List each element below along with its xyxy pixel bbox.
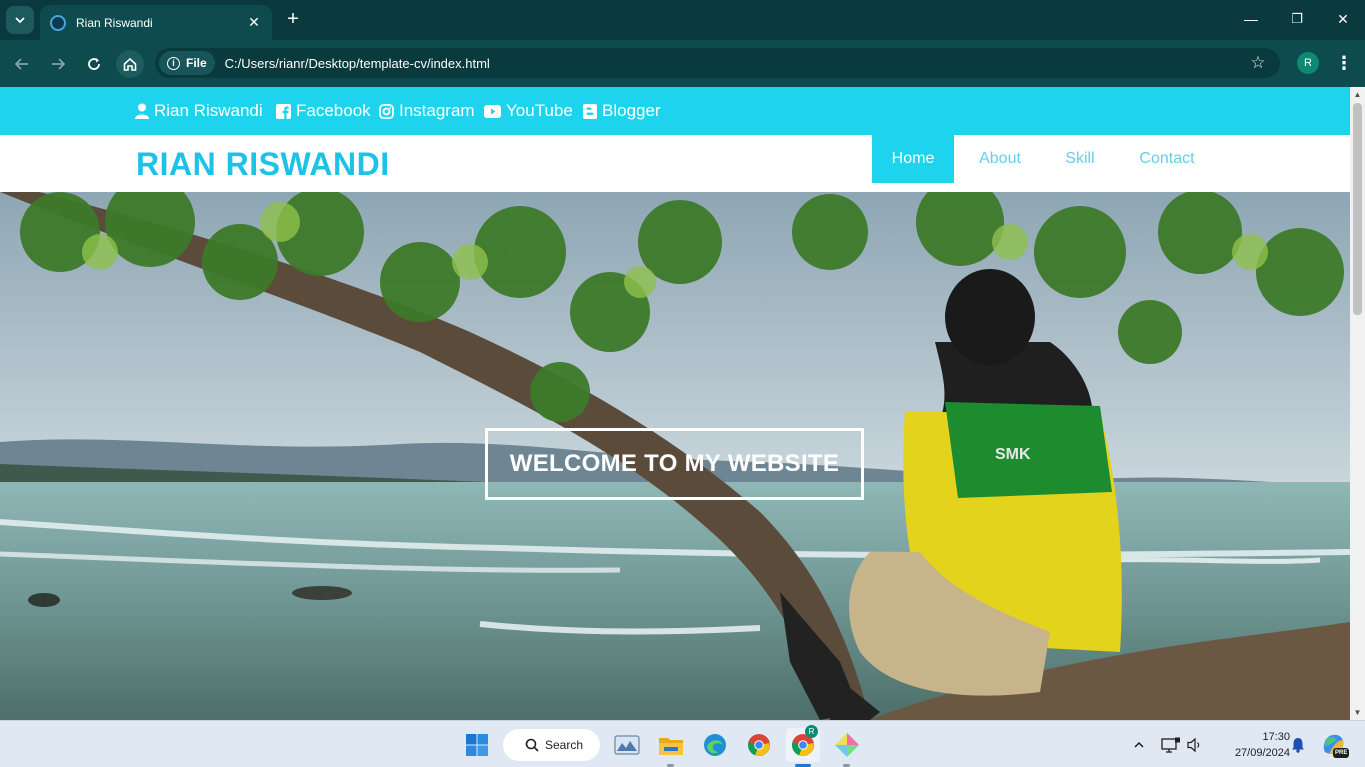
home-icon — [123, 57, 137, 71]
bookmark-star-icon[interactable]: ☆ — [1248, 53, 1268, 73]
minimize-button[interactable]: — — [1240, 8, 1262, 30]
forward-button[interactable] — [44, 50, 72, 78]
social-label: Instagram — [399, 101, 475, 120]
widgets-button[interactable] — [612, 730, 642, 760]
edge-button[interactable] — [700, 730, 730, 760]
social-link-instagram[interactable]: Instagram — [379, 99, 475, 123]
back-button[interactable] — [8, 50, 36, 78]
page-scrollbar[interactable]: ▲ ▼ — [1350, 87, 1365, 720]
file-explorer-button[interactable] — [656, 730, 686, 760]
social-label: YouTube — [506, 101, 573, 120]
nav-home[interactable]: Home — [872, 135, 954, 183]
taskbar-search[interactable]: Search — [503, 729, 600, 761]
restore-button[interactable]: ❐ — [1286, 8, 1308, 30]
social-link-youtube[interactable]: YouTube — [484, 99, 573, 123]
social-link-blogger[interactable]: Blogger — [583, 99, 661, 123]
clock-time: 17:30 — [1262, 731, 1290, 743]
facebook-icon — [276, 103, 291, 119]
social-link-profile[interactable]: Rian Riswandi — [135, 99, 263, 123]
search-label: Search — [545, 738, 584, 752]
nav-about[interactable]: About — [962, 135, 1038, 183]
widgets-icon — [614, 735, 640, 755]
arrow-right-icon — [52, 58, 66, 70]
home-button[interactable] — [116, 50, 144, 78]
copilot-button[interactable]: PRE — [1318, 730, 1350, 760]
profile-avatar[interactable]: R — [1297, 52, 1319, 74]
tab-close-button[interactable]: ✕ — [246, 14, 262, 31]
browser-tab-bar: Rian Riswandi ✕ + — ❐ ✕ — [0, 0, 1365, 40]
show-hidden-icons-button[interactable] — [1126, 730, 1152, 760]
welcome-banner: WELCOME TO MY WEBSITE — [485, 428, 864, 500]
nav-contact[interactable]: Contact — [1122, 135, 1212, 183]
site-header: RIAN RISWANDI Home About Skill Contact — [0, 135, 1350, 192]
info-icon: i — [167, 56, 180, 70]
new-tab-button[interactable]: + — [282, 8, 304, 30]
browser-toolbar: i File C:/Users/rianr/Desktop/template-c… — [0, 40, 1365, 87]
chrome-icon — [748, 734, 770, 756]
reload-icon — [88, 58, 100, 70]
site-info-label: File — [186, 56, 207, 70]
search-icon — [525, 738, 539, 752]
youtube-icon — [484, 104, 501, 118]
url-text[interactable]: C:/Users/rianr/Desktop/template-cv/index… — [225, 56, 1248, 71]
social-label: Facebook — [296, 101, 371, 120]
chevron-down-icon — [15, 17, 25, 24]
system-clock[interactable]: 17:30 27/09/2024 — [1214, 729, 1290, 761]
instagram-icon — [379, 103, 394, 119]
network-icon — [1161, 737, 1180, 753]
gemini-icon — [835, 733, 859, 757]
edge-icon — [704, 734, 726, 756]
window-close-button[interactable]: ✕ — [1332, 8, 1354, 30]
volume-control[interactable] — [1182, 730, 1208, 760]
site-info-chip[interactable]: i File — [159, 51, 215, 75]
hero-banner: SMK WELCOME TO MY WEBSITE — [0, 192, 1350, 720]
start-button[interactable] — [462, 730, 492, 760]
preview-badge: PRE — [1333, 748, 1350, 758]
network-status[interactable] — [1158, 730, 1184, 760]
tab-search-button[interactable] — [6, 6, 34, 34]
site-brand-title[interactable]: RIAN RISWANDI — [136, 146, 390, 183]
social-link-facebook[interactable]: Facebook — [276, 99, 371, 123]
reload-button[interactable] — [80, 50, 108, 78]
clock-date: 27/09/2024 — [1234, 747, 1290, 759]
chrome-profile-button[interactable]: R — [786, 725, 820, 762]
chevron-up-icon — [1134, 741, 1144, 748]
scroll-up-arrow-icon[interactable]: ▲ — [1350, 87, 1365, 102]
start-icon — [466, 734, 488, 756]
windows-taskbar: Search R 17:30 27/09/2024 PRE — [0, 720, 1365, 767]
gemini-button[interactable] — [832, 730, 862, 760]
nav-skill[interactable]: Skill — [1046, 135, 1114, 183]
browser-menu-button[interactable]: ⋮ — [1335, 52, 1353, 74]
tab-title: Rian Riswandi — [76, 15, 153, 30]
scroll-down-arrow-icon[interactable]: ▼ — [1350, 705, 1365, 720]
site-favicon-icon — [50, 14, 66, 31]
social-top-bar: Rian Riswandi Facebook Instagram YouTube… — [0, 87, 1350, 135]
page-viewport: Rian Riswandi Facebook Instagram YouTube… — [0, 87, 1350, 720]
social-label: Rian Riswandi — [154, 101, 263, 120]
address-bar[interactable]: i File C:/Users/rianr/Desktop/template-c… — [155, 48, 1280, 78]
speaker-icon — [1187, 737, 1200, 753]
social-label: Blogger — [602, 101, 661, 120]
profile-badge: R — [805, 725, 818, 738]
blogger-icon — [583, 103, 597, 119]
browser-tab-active[interactable]: Rian Riswandi ✕ — [40, 5, 272, 40]
file-explorer-icon — [659, 738, 683, 755]
arrow-left-icon — [14, 58, 28, 70]
shirt-lettering: SMK — [995, 446, 1031, 463]
notifications-button[interactable] — [1286, 730, 1310, 760]
chrome-button[interactable] — [744, 730, 774, 760]
user-icon — [135, 103, 149, 119]
scroll-thumb[interactable] — [1353, 103, 1362, 315]
bell-icon — [1292, 738, 1304, 753]
